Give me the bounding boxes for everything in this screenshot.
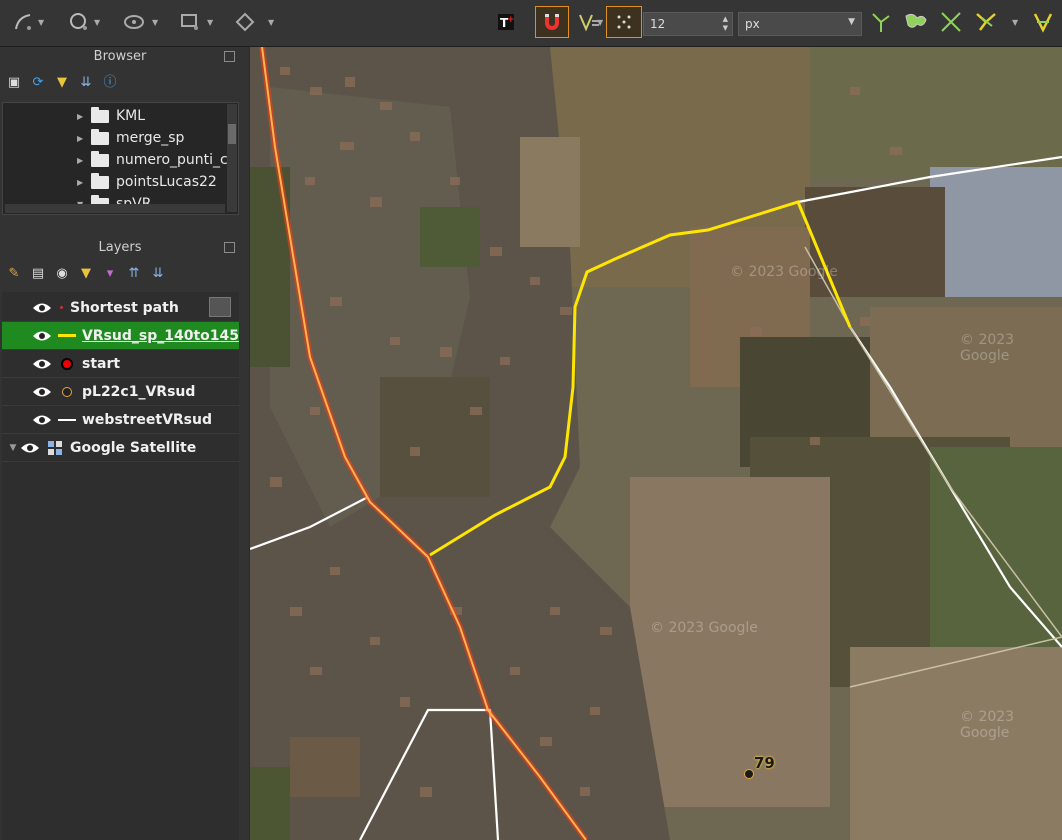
orange-point-symbol-icon <box>58 385 76 399</box>
filter-legend-icon[interactable]: ▼ <box>78 266 94 282</box>
expand-arrow-icon[interactable]: ▶ <box>77 178 91 187</box>
trim-extend-icon[interactable] <box>868 9 894 35</box>
info-icon[interactable]: ⓘ <box>102 75 118 91</box>
browser-panel-title: Browser <box>93 49 147 64</box>
collapse-all-icon[interactable]: ⇊ <box>78 75 94 91</box>
layer-row-shortest-path[interactable]: Shortest path <box>2 294 239 322</box>
layer-row-google-satellite[interactable]: ▼ Google Satellite <box>2 434 239 462</box>
snapping-magnet-icon[interactable] <box>535 6 569 38</box>
text-annotation-icon[interactable]: T + <box>493 9 519 35</box>
main-toolbar: ▼ ▼ ▼ ▼ ▼ T + ▼ 12 ▲ ▼ px ▼ ▼ <box>0 0 1062 47</box>
folder-icon <box>91 172 109 189</box>
point-label: 79 <box>754 754 775 772</box>
folder-icon <box>91 128 109 145</box>
tolerance-unit-select[interactable]: px ▼ <box>738 12 862 36</box>
plaza-area <box>520 137 580 247</box>
field-area <box>810 47 1062 177</box>
visibility-eye-icon[interactable]: ◉ <box>54 266 70 282</box>
split-features-icon[interactable] <box>903 9 929 35</box>
layers-toolbar: ✎ ▤ ◉ ▼ ▾ ⇈ ⇊ <box>6 266 166 282</box>
filter-expression-icon[interactable]: ▾ <box>102 266 118 282</box>
field-area <box>630 477 830 807</box>
style-brush-icon[interactable]: ✎ <box>6 266 22 282</box>
browser-item[interactable]: ▶ pointsLucas22 <box>77 171 217 193</box>
raster-layer-icon <box>46 440 64 455</box>
undock-icon[interactable] <box>224 242 235 253</box>
map-render[interactable] <box>250 47 1062 840</box>
collapse-arrow-icon[interactable]: ▼ <box>6 443 20 453</box>
self-snap-icon[interactable] <box>1030 9 1056 35</box>
offset-icon[interactable] <box>177 9 203 35</box>
collapse-all-icon[interactable]: ⇊ <box>150 266 166 282</box>
intersect-icon[interactable] <box>938 9 964 35</box>
field-area <box>290 737 360 797</box>
browser-toolbar: ▣ ⟳ ▼ ⇊ ⓘ <box>6 75 118 91</box>
google-watermark: © 2023 Google <box>960 332 1015 364</box>
visibility-eye-icon[interactable] <box>32 386 52 398</box>
urban-area <box>380 377 490 497</box>
map-canvas[interactable]: © 2023 Google © 2023 Google © 2023 Googl… <box>250 47 1062 840</box>
field-area <box>805 187 945 297</box>
browser-item[interactable]: ▶ numero_punti_co <box>77 149 236 171</box>
layer-row-pl22c1[interactable]: pL22c1_VRsud <box>2 378 239 406</box>
visibility-eye-icon[interactable] <box>32 302 52 314</box>
layers-panel-title: Layers <box>98 240 142 255</box>
node-tool-icon[interactable] <box>66 9 92 35</box>
greenhouse-area <box>930 167 1062 297</box>
browser-hscrollbar[interactable] <box>5 204 225 213</box>
field-area <box>850 647 1062 840</box>
google-watermark: © 2023 Google <box>960 709 1015 741</box>
google-watermark: © 2023 Google <box>650 620 758 636</box>
white-line-symbol-icon <box>58 413 76 427</box>
field-area <box>870 307 1062 457</box>
google-watermark: © 2023 Google <box>730 264 838 280</box>
visibility-eye-icon[interactable] <box>32 358 52 370</box>
expand-arrow-icon[interactable]: ▶ <box>77 112 91 121</box>
layer-row-vrsud-sp[interactable]: VRsud_sp_140to145 <box>2 322 239 350</box>
browser-tree[interactable]: ▶ KML ▶ merge_sp ▶ numero_punti_co ▶ pointsL… <box>2 102 239 215</box>
undock-icon[interactable] <box>224 51 235 62</box>
field-area <box>930 447 1062 647</box>
visibility-eye-icon[interactable] <box>20 442 40 454</box>
snap-points-icon[interactable] <box>606 6 642 38</box>
folder-icon <box>91 106 109 123</box>
layer-row-webstreet[interactable]: webstreetVRsud <box>2 406 239 434</box>
green-area <box>420 207 480 267</box>
topology-icon[interactable] <box>973 9 999 35</box>
refresh-icon[interactable]: ⟳ <box>30 75 46 91</box>
green-area <box>250 767 290 840</box>
add-group-icon[interactable]: ▤ <box>30 266 46 282</box>
visibility-eye-icon[interactable] <box>32 414 52 426</box>
layer-row-start[interactable]: start <box>2 350 239 378</box>
left-dock: Browser ▣ ⟳ ▼ ⇊ ⓘ ▶ KML ▶ merge_sp ▶ numero… <box>0 47 249 840</box>
layers-tree: Shortest path VRsud_sp_140to145 start pL… <box>2 292 239 840</box>
no-symbol-icon <box>58 301 64 315</box>
add-layer-icon[interactable]: ▣ <box>6 75 22 91</box>
folder-icon <box>91 150 109 167</box>
browser-item[interactable]: ▶ merge_sp <box>77 127 184 149</box>
survey-point-marker[interactable] <box>744 769 754 779</box>
expand-all-icon[interactable]: ⇈ <box>126 266 142 282</box>
browser-item[interactable]: ▶ KML <box>77 105 145 127</box>
simplify-icon[interactable] <box>121 9 147 35</box>
digitize-line-icon[interactable] <box>10 9 36 35</box>
expand-arrow-icon[interactable]: ▶ <box>77 134 91 143</box>
tolerance-spinbox[interactable]: 12 ▲ ▼ <box>643 12 733 36</box>
visibility-eye-icon[interactable] <box>32 330 52 342</box>
browser-vscrollbar[interactable] <box>227 104 237 212</box>
red-point-symbol-icon <box>58 357 76 371</box>
rotate-icon[interactable] <box>232 9 258 35</box>
editing-indicator-icon <box>209 297 231 317</box>
filter-icon[interactable]: ▼ <box>54 75 70 91</box>
yellow-line-symbol-icon <box>57 329 76 343</box>
expand-arrow-icon[interactable]: ▶ <box>77 156 91 165</box>
svg-text:+: + <box>507 15 515 25</box>
